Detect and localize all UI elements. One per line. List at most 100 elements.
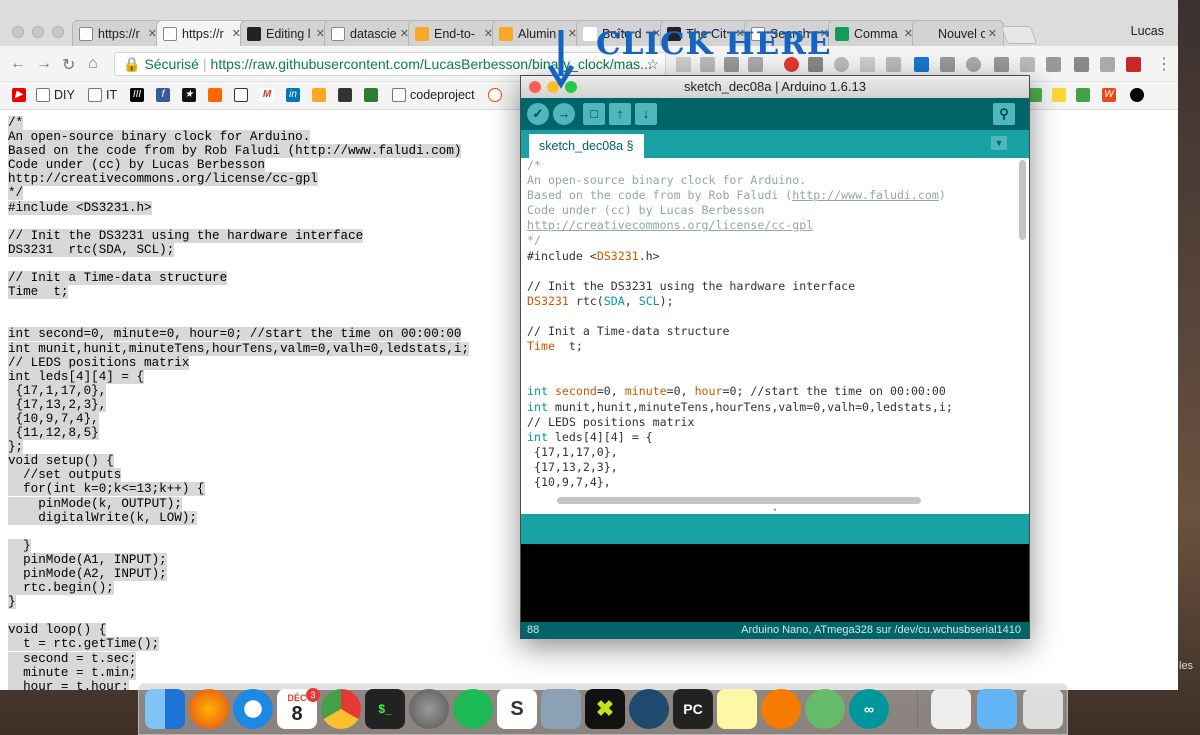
png-file-icon[interactable] — [931, 689, 971, 729]
bookmark-icon[interactable] — [1028, 88, 1042, 102]
trash-icon[interactable] — [1023, 689, 1063, 729]
extension-icon[interactable] — [1020, 57, 1035, 72]
close-tab-icon[interactable]: ✕ — [988, 27, 997, 40]
code-token: .h> — [638, 248, 660, 263]
atom-icon[interactable] — [805, 689, 845, 729]
code-token: rtc( — [568, 293, 604, 308]
new-sketch-icon[interactable]: □ — [583, 103, 605, 125]
arduino-icon[interactable]: ∞ — [849, 689, 889, 729]
browser-tab-label: https://r — [98, 26, 140, 41]
raw-code-text: } — [8, 538, 31, 553]
gmail-icon[interactable]: M — [260, 88, 274, 102]
camera-icon[interactable] — [234, 88, 248, 102]
extension-icon[interactable] — [914, 57, 929, 72]
github-icon[interactable] — [1130, 88, 1144, 102]
soundcloud-icon[interactable] — [208, 88, 222, 102]
bookmark-icon[interactable]: W — [1102, 88, 1116, 102]
back-icon[interactable]: ← — [10, 55, 26, 73]
code-token: An open-source binary clock for Arduino. — [527, 173, 807, 188]
tab-bar: https://r ✕ https://r ✕ Editing l ✕ datascie ✕ E… — [0, 0, 1178, 46]
extension-icon[interactable] — [994, 57, 1009, 72]
chrome-icon[interactable] — [321, 689, 361, 729]
zoom-window-button[interactable] — [52, 26, 64, 38]
upload-icon[interactable]: → — [553, 103, 575, 125]
save-sketch-icon[interactable]: ↓ — [635, 103, 657, 125]
serial-monitor-icon[interactable]: ⚲ — [993, 103, 1015, 125]
click-here-annotation: CLICK HERE — [596, 26, 832, 62]
bookmark-star-icon[interactable]: ★ — [182, 88, 196, 102]
sketch-tab[interactable]: sketch_dec08a § — [529, 134, 644, 158]
extension-icon[interactable] — [966, 57, 981, 72]
bookmark-codeproject[interactable]: codeproject — [392, 88, 475, 102]
xmind-icon[interactable]: ✖ — [585, 689, 625, 729]
browser-tab[interactable]: End-to- ✕ — [408, 20, 500, 46]
code-token: int — [527, 399, 548, 414]
close-window-button[interactable] — [12, 26, 24, 38]
chart-icon[interactable] — [312, 88, 326, 102]
browser-tab[interactable]: datascie ✕ — [324, 20, 416, 46]
slack-icon[interactable]: S — [497, 689, 537, 729]
pycharm-icon[interactable]: PC — [673, 689, 713, 729]
menu-icon[interactable]: ⋮ — [1156, 54, 1172, 74]
bookmark-folder-diy[interactable]: DIY — [36, 88, 75, 102]
reload-icon[interactable]: ↻ — [62, 55, 75, 75]
finder-icon[interactable] — [145, 689, 185, 729]
notes-icon[interactable] — [717, 689, 757, 729]
horizontal-scrollbar[interactable] — [557, 497, 921, 504]
draw-icon[interactable] — [761, 689, 801, 729]
close-window-button[interactable] — [529, 81, 541, 93]
browser-tab[interactable]: Editing l ✕ — [240, 20, 332, 46]
spotify-icon[interactable] — [453, 689, 493, 729]
bookmark-icon[interactable] — [338, 88, 352, 102]
extension-icon[interactable] — [886, 57, 901, 72]
pocket-icon[interactable] — [1074, 57, 1089, 72]
verify-icon[interactable]: ✓ — [527, 103, 549, 125]
browser-tab[interactable]: Comma ✕ — [828, 20, 920, 46]
minimize-window-button[interactable] — [32, 26, 44, 38]
folder-icon[interactable] — [977, 689, 1017, 729]
raw-code-text: // LEDS positions matrix — [8, 355, 190, 370]
browser-tab[interactable]: https://r ✕ — [156, 20, 248, 46]
youtube-icon[interactable]: ▶ — [12, 88, 26, 102]
linkedin-icon[interactable]: in — [286, 88, 300, 102]
reddit-icon[interactable] — [488, 88, 502, 102]
bookmark-icon[interactable] — [364, 88, 378, 102]
extension-icon[interactable] — [1046, 57, 1061, 72]
facebook-icon[interactable]: f — [156, 88, 170, 102]
open-sketch-icon[interactable]: ↑ — [609, 103, 631, 125]
bookmark-icon[interactable] — [1076, 88, 1090, 102]
bookmark-icon[interactable] — [1052, 88, 1066, 102]
preview-icon[interactable] — [541, 689, 581, 729]
system-preferences-icon[interactable] — [409, 689, 449, 729]
sourcetree-icon[interactable] — [629, 689, 669, 729]
raw-code-line: t = rtc.getTime(); — [8, 637, 1178, 652]
raw-code-text: hour = t.hour; — [8, 679, 129, 690]
bookmark-icon[interactable]: III — [130, 88, 144, 102]
extension-icon[interactable] — [860, 57, 875, 72]
github-icon — [247, 26, 261, 41]
terminal-icon[interactable]: $_ — [365, 689, 405, 729]
address-url: https://raw.githubusercontent.com/LucasB… — [210, 56, 652, 72]
forward-icon[interactable]: → — [36, 55, 52, 73]
raw-code-text: int second=0, minute=0, hour=0; //start … — [8, 327, 462, 342]
editor-code-line: // Init a Time-data structure — [527, 324, 953, 339]
loading-icon — [331, 26, 345, 41]
code-token: second — [554, 384, 597, 399]
extension-icon[interactable] — [940, 57, 955, 72]
new-tab-button[interactable] — [1000, 26, 1038, 44]
tab-menu-icon[interactable]: ▼ — [991, 136, 1007, 150]
profile-name[interactable]: Lucas — [1131, 24, 1164, 38]
code-editor[interactable]: /* An open-source binary clock for Arduin… — [521, 158, 1029, 506]
pdf-icon[interactable] — [1126, 57, 1141, 72]
safari-icon[interactable] — [233, 689, 273, 729]
extension-icon[interactable] — [1100, 57, 1115, 72]
pane-divider-handle[interactable]: • — [521, 506, 1029, 515]
firefox-icon[interactable] — [189, 689, 229, 729]
browser-tab[interactable]: https://r ✕ — [72, 20, 164, 46]
browser-tab[interactable]: Nouvel ong✕ — [912, 20, 1004, 46]
address-bar[interactable]: 🔒 Sécurisé | https://raw.githubusercontent.… — [114, 52, 666, 76]
bookmark-folder-it[interactable]: IT — [88, 88, 117, 102]
home-icon[interactable]: ⌂ — [88, 55, 98, 73]
vertical-scrollbar[interactable] — [1019, 160, 1026, 240]
extension-icon[interactable] — [834, 57, 849, 72]
